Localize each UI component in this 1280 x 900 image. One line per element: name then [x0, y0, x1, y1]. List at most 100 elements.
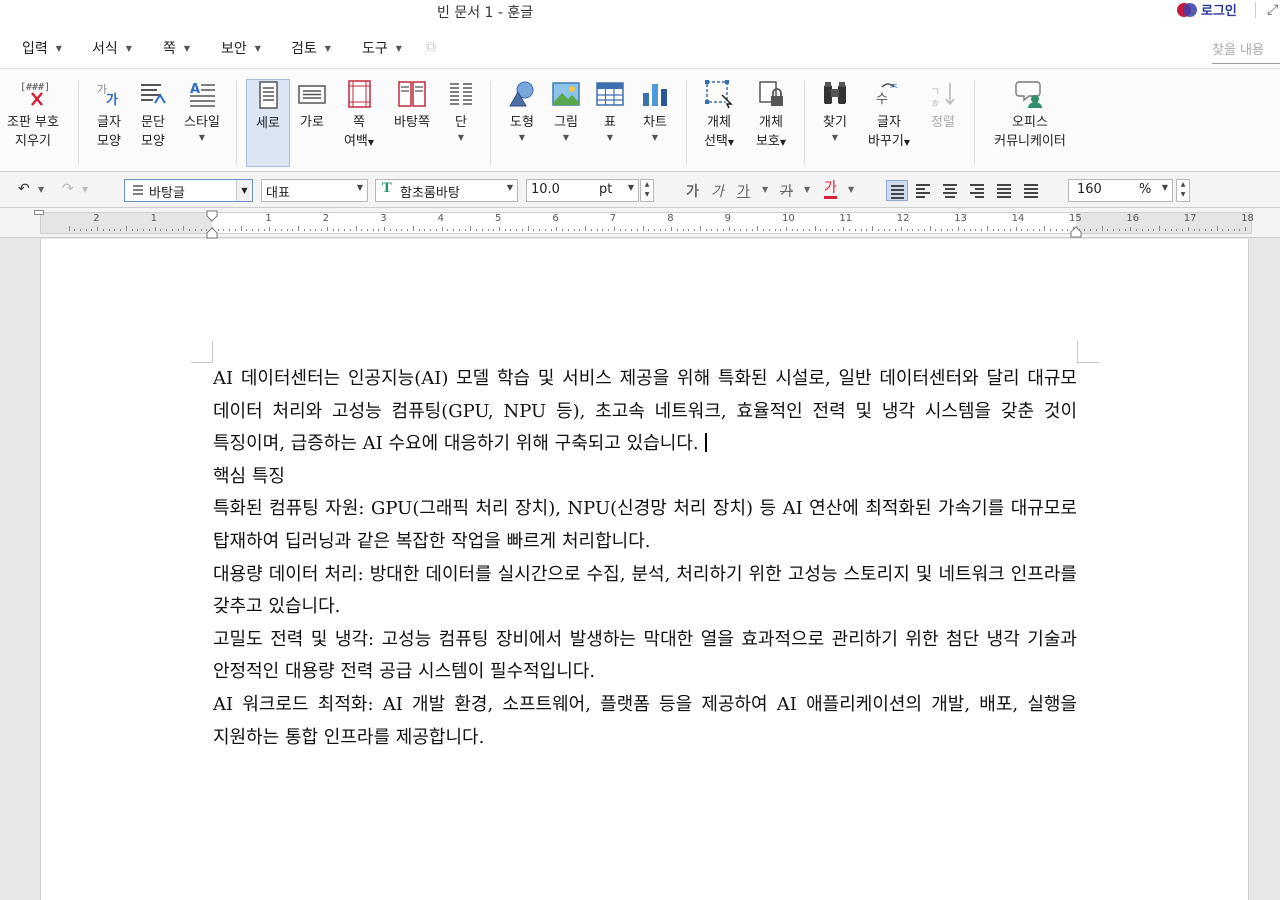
- menu-review[interactable]: 검토 ▼: [291, 38, 331, 58]
- undo-icon[interactable]: ↶: [18, 181, 30, 197]
- ruler-tick: [636, 229, 638, 231]
- background-page-icon: [398, 81, 426, 107]
- language-select[interactable]: 대표 ▼: [261, 179, 368, 202]
- bold-button[interactable]: 가: [686, 181, 699, 201]
- strikethrough-button[interactable]: 가: [780, 181, 793, 201]
- ruler-tick: [550, 229, 552, 231]
- spin-up-icon[interactable]: ▲: [645, 181, 650, 188]
- ribbon-separator: [686, 81, 687, 165]
- login-button[interactable]: 로그인: [1177, 0, 1237, 19]
- ruler-tick: [717, 229, 719, 231]
- landscape-button[interactable]: 가로: [292, 79, 332, 167]
- ruler-tick: [1130, 227, 1132, 231]
- ruler-tick: [269, 227, 271, 231]
- ruler-tick: [1084, 229, 1086, 231]
- ruler-tick: [889, 229, 891, 231]
- ruler-tick: [1038, 229, 1040, 231]
- align-split-button[interactable]: [1020, 180, 1042, 201]
- zoom-spinner[interactable]: ▲ ▼: [1176, 179, 1190, 202]
- underline-button[interactable]: 가: [737, 181, 750, 201]
- restore-window-icon[interactable]: ⤢: [1267, 2, 1278, 18]
- shape-button[interactable]: 도형 ▼: [500, 79, 544, 167]
- para-shape-label-2: 모양: [141, 134, 165, 149]
- style-select[interactable]: 바탕글 ▼: [124, 179, 253, 202]
- ruler-tick: [453, 229, 455, 231]
- background-page-button[interactable]: 바탕쪽: [388, 79, 436, 167]
- chart-button[interactable]: 차트 ▼: [634, 79, 676, 167]
- menu-insert[interactable]: 입력 ▼: [22, 38, 62, 58]
- background-page-label: 바탕쪽: [394, 115, 430, 130]
- redo-icon[interactable]: ↷: [62, 181, 74, 197]
- sort-button[interactable]: ㄱ ㅎ 정렬: [922, 79, 964, 167]
- object-protect-label-2: 보호▼: [748, 132, 794, 152]
- ruler-tick: [257, 229, 259, 231]
- ruler-tick: [189, 229, 191, 231]
- indent-marker-icon[interactable]: [204, 210, 220, 240]
- chevron-down-icon[interactable]: ▼: [848, 185, 854, 194]
- ruler-tick: [246, 229, 248, 231]
- chevron-down-icon[interactable]: ▼: [38, 185, 44, 194]
- columns-button[interactable]: 단 ▼: [440, 79, 482, 167]
- find-button[interactable]: 찾기 ▼: [814, 79, 856, 167]
- spin-down-icon[interactable]: ▼: [1181, 191, 1186, 198]
- menu-page[interactable]: 쪽 ▼: [163, 38, 190, 58]
- ruler-tick: [108, 229, 110, 231]
- para-shape-button[interactable]: 문단 모양: [132, 79, 174, 167]
- table-button[interactable]: 표 ▼: [590, 79, 630, 167]
- right-indent-marker-icon[interactable]: [1068, 224, 1084, 238]
- chevron-down-icon[interactable]: ▼: [804, 185, 810, 194]
- menu-tools[interactable]: 도구 ▼: [362, 38, 402, 58]
- picture-button[interactable]: 그림 ▼: [546, 79, 586, 167]
- ribbon-separator: [236, 81, 237, 165]
- chevron-down-icon: ▼: [627, 183, 634, 192]
- char-shape-button[interactable]: 가 가 글자 모양: [88, 79, 130, 167]
- ruler-tick: [194, 229, 196, 231]
- spin-up-icon[interactable]: ▲: [1181, 181, 1186, 188]
- language-value: 대표: [266, 186, 290, 201]
- object-protect-button[interactable]: 개체 보호▼: [748, 79, 794, 167]
- ruler-tick: [338, 229, 340, 231]
- spin-down-icon[interactable]: ▼: [645, 191, 650, 198]
- ruler-tick: [1061, 229, 1063, 231]
- font-select[interactable]: T 함초롬바탕 ▼: [375, 179, 518, 202]
- align-right-button[interactable]: [966, 180, 988, 201]
- ribbon-separator: [804, 81, 805, 165]
- document-body[interactable]: AI 데이터센터는 인공지능(AI) 모델 학습 및 서비스 제공을 위해 특화…: [213, 363, 1077, 754]
- chevron-down-icon[interactable]: ▼: [82, 185, 88, 194]
- chevron-down-icon[interactable]: ▼: [762, 185, 768, 194]
- ruler-tick: [969, 229, 971, 231]
- find-input[interactable]: 찾을 내용: [1212, 36, 1280, 64]
- object-select-button[interactable]: 개체 선택▼: [696, 79, 742, 167]
- menu-security[interactable]: 보안 ▼: [221, 38, 261, 58]
- text-color-button[interactable]: 가: [824, 181, 837, 199]
- style-button[interactable]: A 스타일 ▼: [178, 79, 226, 167]
- menu-format[interactable]: 서식 ▼: [92, 38, 132, 58]
- ruler-number: 2: [322, 213, 330, 224]
- ruler-tick: [1216, 226, 1218, 231]
- margin-corner-top-right: [1077, 341, 1099, 363]
- ruler-tick: [361, 229, 363, 231]
- ruler-tick: [326, 227, 328, 231]
- clear-marks-button[interactable]: [###] 조판 부호 지우기: [2, 79, 64, 167]
- para-shape-label: 문단: [141, 115, 165, 130]
- office-communicator-label: 오피스: [1012, 115, 1048, 130]
- document-page[interactable]: AI 데이터센터는 인공지능(AI) 모델 학습 및 서비스 제공을 위해 특화…: [40, 239, 1249, 900]
- lock-icon: [759, 81, 783, 106]
- ruler-tick: [332, 229, 334, 231]
- replace-button[interactable]: 수 ᄌ 글자 바꾸기▼: [862, 79, 916, 167]
- align-justify-button[interactable]: [886, 180, 908, 201]
- portrait-button[interactable]: 세로: [246, 79, 290, 167]
- horizontal-ruler[interactable]: 2 1 1 2 3 4 5 6 7 8 9 10 11 12 13 14 15 16 17 18: [0, 208, 1280, 240]
- zoom-select[interactable]: 160 % ▼: [1068, 179, 1173, 202]
- font-size-spinner[interactable]: ▲ ▼: [640, 179, 654, 202]
- replace-label: 글자: [877, 115, 901, 130]
- align-distribute-button[interactable]: [993, 180, 1015, 201]
- align-center-button[interactable]: [939, 180, 961, 201]
- italic-button[interactable]: 가: [711, 181, 724, 201]
- page-margin-button[interactable]: 쪽 여백▼: [338, 79, 380, 167]
- align-left-button[interactable]: [912, 180, 934, 201]
- font-size-select[interactable]: 10.0 pt ▼: [526, 179, 639, 202]
- ruler-corner-marker[interactable]: [34, 210, 44, 215]
- office-communicator-button[interactable]: 오피스 커뮤니케이터: [984, 79, 1076, 167]
- chevron-down-icon: ▼: [562, 133, 570, 142]
